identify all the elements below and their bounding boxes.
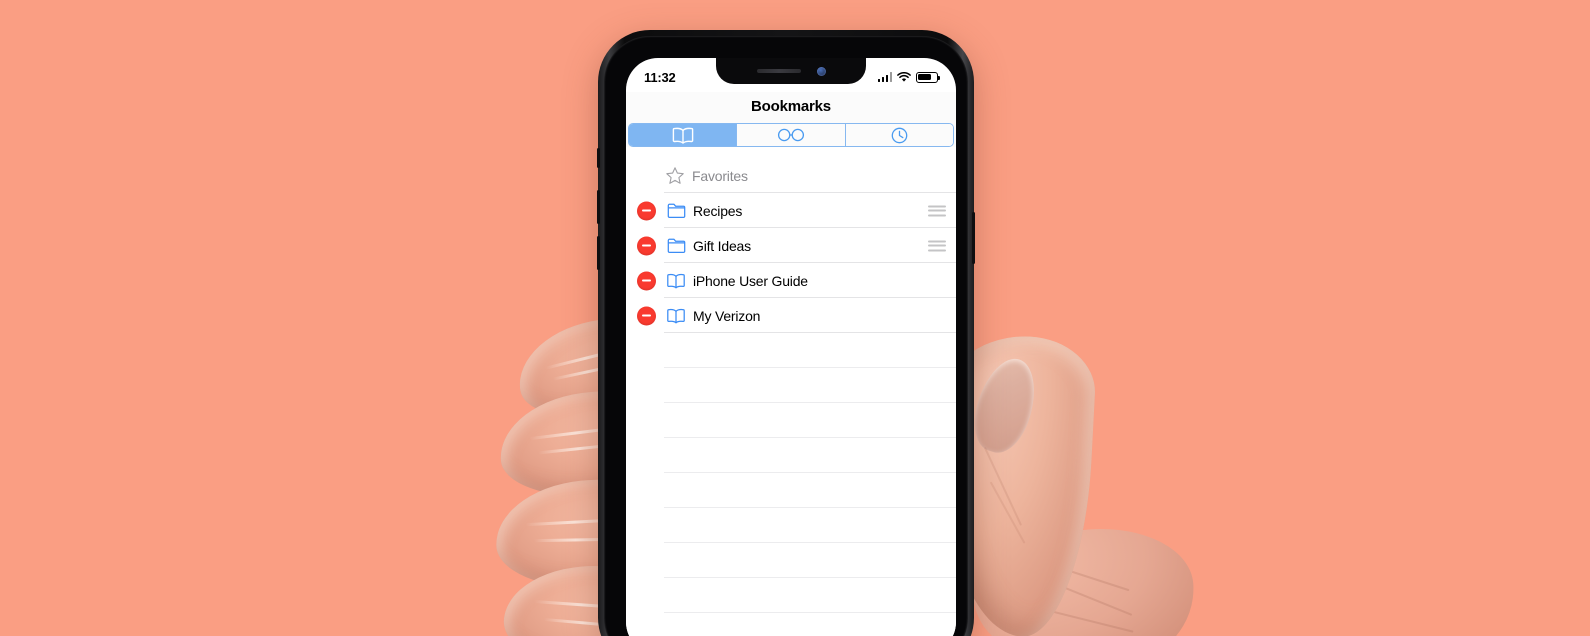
list-item-label: Gift Ideas bbox=[693, 237, 751, 254]
mute-switch[interactable] bbox=[597, 148, 600, 168]
earpiece-speaker-icon bbox=[756, 69, 801, 73]
empty-list-row bbox=[626, 403, 956, 438]
status-indicators bbox=[877, 71, 941, 83]
signal-bars-icon bbox=[877, 72, 892, 82]
list-item-label: Recipes bbox=[693, 202, 743, 219]
iphone-device: 11:32 Bookmarks Favorites Recipes Gift I… bbox=[597, 30, 975, 636]
battery-icon bbox=[916, 71, 941, 83]
empty-list-row bbox=[626, 578, 956, 613]
folder-icon bbox=[666, 201, 686, 221]
phone-bezel: 11:32 Bookmarks Favorites Recipes Gift I… bbox=[604, 36, 968, 636]
volume-down-button[interactable] bbox=[597, 236, 600, 270]
book-icon bbox=[672, 127, 694, 144]
clock-icon bbox=[891, 127, 908, 144]
power-button[interactable] bbox=[972, 212, 975, 264]
navigation-bar: Bookmarks bbox=[626, 92, 956, 147]
delete-button[interactable] bbox=[637, 236, 656, 255]
status-time: 11:32 bbox=[644, 69, 676, 85]
list-item-my-verizon[interactable]: My Verizon bbox=[626, 298, 956, 333]
glasses-icon bbox=[776, 128, 806, 142]
tab-bookmarks[interactable] bbox=[629, 124, 738, 146]
book-icon bbox=[666, 306, 686, 326]
empty-list-row bbox=[626, 543, 956, 578]
list-item-favorites[interactable]: Favorites bbox=[626, 158, 956, 193]
list-item-recipes[interactable]: Recipes bbox=[626, 193, 956, 228]
delete-button[interactable] bbox=[637, 306, 656, 325]
star-icon bbox=[665, 166, 685, 186]
empty-list-row bbox=[626, 333, 956, 368]
list-item-gift-ideas[interactable]: Gift Ideas bbox=[626, 228, 956, 263]
book-icon bbox=[666, 271, 686, 291]
list-item-label: iPhone User Guide bbox=[693, 272, 808, 289]
empty-list-row bbox=[626, 473, 956, 508]
folder-icon bbox=[666, 236, 686, 256]
empty-list-row bbox=[626, 438, 956, 473]
reorder-handle-icon[interactable] bbox=[928, 205, 946, 216]
delete-button[interactable] bbox=[637, 201, 656, 220]
wifi-icon bbox=[897, 71, 911, 83]
tab-reading-list[interactable] bbox=[737, 124, 846, 146]
front-camera-icon bbox=[816, 66, 826, 76]
list-item-iphone-user-guide[interactable]: iPhone User Guide bbox=[626, 263, 956, 298]
volume-up-button[interactable] bbox=[597, 190, 600, 224]
phone-screen: 11:32 Bookmarks Favorites Recipes Gift I… bbox=[626, 58, 956, 636]
empty-list-row bbox=[626, 613, 956, 636]
empty-list-row bbox=[626, 508, 956, 543]
tab-history[interactable] bbox=[845, 124, 953, 146]
list-item-label: Favorites bbox=[692, 167, 748, 184]
notch bbox=[716, 58, 866, 84]
segmented-control[interactable] bbox=[628, 123, 954, 147]
empty-list-row bbox=[626, 368, 956, 403]
bookmarks-list[interactable]: Favorites Recipes Gift Ideas iPhone User… bbox=[626, 158, 956, 636]
list-item-label: My Verizon bbox=[693, 307, 761, 324]
delete-button[interactable] bbox=[637, 271, 656, 290]
page-title: Bookmarks bbox=[751, 98, 831, 115]
empty-list-rows bbox=[626, 333, 956, 636]
reorder-handle-icon[interactable] bbox=[928, 240, 946, 251]
